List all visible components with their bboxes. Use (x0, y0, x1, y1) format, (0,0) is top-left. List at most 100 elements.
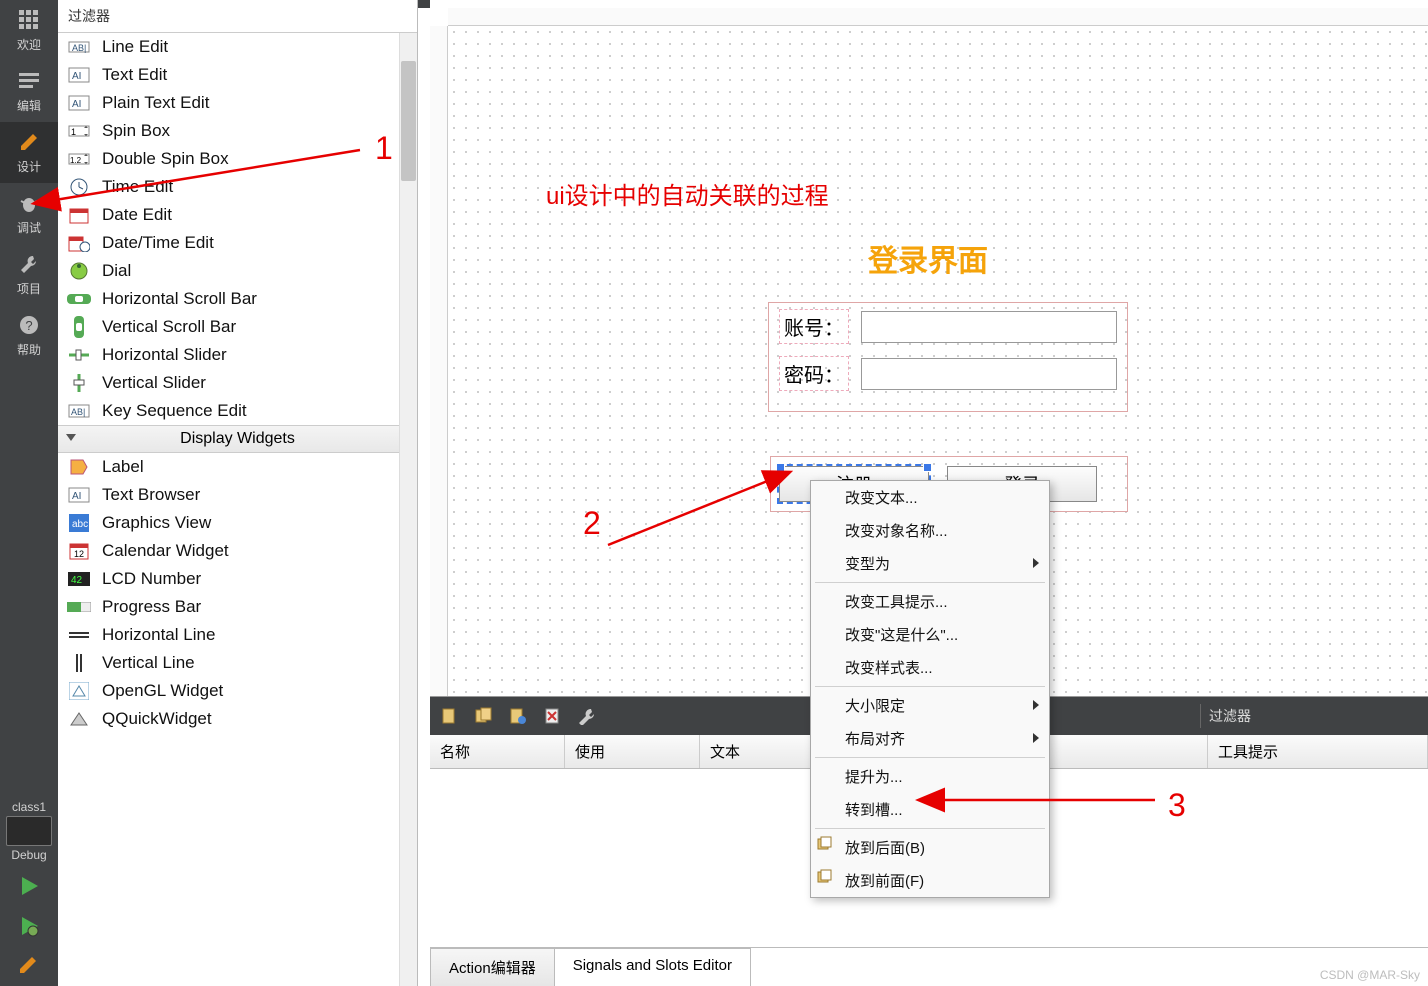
widget-item[interactable]: 1Spin Box (58, 117, 417, 145)
widget-icon: AI (66, 65, 92, 85)
tab-signals-slots[interactable]: Signals and Slots Editor (554, 948, 751, 986)
widget-item[interactable]: Horizontal Slider (58, 341, 417, 369)
widget-item[interactable]: Vertical Scroll Bar (58, 313, 417, 341)
col-name[interactable]: 名称 (430, 735, 565, 768)
widget-icon: AB| (66, 37, 92, 57)
menu-item-label: 放到前面(F) (845, 873, 924, 890)
widget-item[interactable]: 42LCD Number (58, 565, 417, 593)
run-button[interactable] (11, 872, 47, 900)
widget-icon (66, 345, 92, 365)
menu-item-label: 大小限定 (845, 698, 905, 715)
menu-separator (815, 757, 1045, 758)
menu-item-label: 布局对齐 (845, 731, 905, 748)
tab-action-editor[interactable]: Action编辑器 (430, 948, 555, 986)
watermark: CSDN @MAR-Sky (1320, 968, 1420, 982)
widget-item[interactable]: Date Edit (58, 201, 417, 229)
annotation-text: ui设计中的自动关联的过程 (546, 176, 829, 211)
menu-item[interactable]: 转到槽... (811, 793, 1049, 826)
widget-icon (66, 625, 92, 645)
widget-label: Vertical Scroll Bar (102, 317, 236, 337)
account-input[interactable] (861, 311, 1117, 343)
widget-item[interactable]: AI Text Browser (58, 481, 417, 509)
widgetbox-filter[interactable]: 过滤器 (58, 0, 417, 33)
menu-item[interactable]: 改变"这是什么"... (811, 618, 1049, 651)
widget-label: Date/Time Edit (102, 233, 214, 253)
menu-item-label: 放到后面(B) (845, 840, 925, 857)
run-debug-button[interactable] (11, 912, 47, 940)
menu-item[interactable]: 改变样式表... (811, 651, 1049, 684)
bottom-tabs: Action编辑器 Signals and Slots Editor (430, 947, 1428, 986)
widget-item[interactable]: Vertical Slider (58, 369, 417, 397)
menu-item[interactable]: 改变文本... (811, 481, 1049, 514)
widget-group-header[interactable]: Display Widgets (58, 425, 417, 453)
widget-item[interactable]: AB|Line Edit (58, 33, 417, 61)
copy-action-button[interactable] (472, 704, 496, 728)
menu-item-label: 改变对象名称... (845, 523, 948, 540)
widget-item[interactable]: Vertical Line (58, 649, 417, 677)
account-label[interactable]: 账号： (779, 309, 849, 344)
mode-welcome[interactable]: 欢迎 (0, 0, 58, 61)
col-tooltip[interactable]: 工具提示 (1208, 735, 1428, 768)
col-used[interactable]: 使用 (565, 735, 700, 768)
wrench-icon (15, 250, 43, 278)
new-action-button[interactable] (438, 704, 462, 728)
widget-icon (66, 233, 92, 253)
widget-label: Vertical Line (102, 653, 195, 673)
front-icon (817, 869, 835, 887)
build-config: Debug (2, 848, 56, 862)
widget-item[interactable]: AB|Key Sequence Edit (58, 397, 417, 425)
widget-item[interactable]: Dial (58, 257, 417, 285)
mode-edit[interactable]: 编辑 (0, 61, 58, 122)
widget-label: Date Edit (102, 205, 172, 225)
widget-item[interactable]: Horizontal Scroll Bar (58, 285, 417, 313)
delete-action-button[interactable] (540, 704, 564, 728)
menu-item[interactable]: 布局对齐 (811, 722, 1049, 755)
menu-item[interactable]: 变型为 (811, 547, 1049, 580)
menu-item[interactable]: 大小限定 (811, 689, 1049, 722)
settings-action-button[interactable] (574, 704, 598, 728)
widget-icon (66, 261, 92, 281)
context-menu: 改变文本... 改变对象名称... 变型为改变工具提示... 改变"这是什么"... 改… (810, 480, 1050, 898)
widget-item[interactable]: AIText Edit (58, 61, 417, 89)
svg-text:AI: AI (72, 491, 81, 502)
widget-box-panel: 过滤器 AB|Line EditAIText EditAIPlain Text … (58, 0, 418, 986)
mode-design[interactable]: 设计 (0, 122, 58, 183)
widget-item[interactable]: Progress Bar (58, 593, 417, 621)
menu-item[interactable]: 放到前面(F) (811, 864, 1049, 897)
paste-action-button[interactable] (506, 704, 530, 728)
widget-item[interactable]: Label (58, 453, 417, 481)
title-label[interactable]: 登录界面 (868, 236, 988, 280)
menu-item[interactable]: 提升为... (811, 760, 1049, 793)
widget-item[interactable]: Horizontal Line (58, 621, 417, 649)
widget-icon (66, 681, 92, 701)
login-form-group[interactable]: 账号： 密码： (768, 302, 1128, 412)
widget-item[interactable]: Date/Time Edit (58, 229, 417, 257)
widget-icon (66, 653, 92, 673)
widget-item[interactable]: 1.2Double Spin Box (58, 145, 417, 173)
widget-item[interactable]: 12Calendar Widget (58, 537, 417, 565)
menu-item[interactable]: 改变工具提示... (811, 585, 1049, 618)
menu-item[interactable]: 改变对象名称... (811, 514, 1049, 547)
widget-item[interactable]: AIPlain Text Edit (58, 89, 417, 117)
svg-text:1.2: 1.2 (70, 156, 82, 165)
widget-item[interactable]: Time Edit (58, 173, 417, 201)
back-icon (817, 836, 835, 854)
widgetbox-scrollbar[interactable] (399, 33, 417, 986)
widget-item[interactable]: abcGraphics View (58, 509, 417, 537)
widget-icon (66, 373, 92, 393)
mode-debug[interactable]: 调试 (0, 183, 58, 244)
widget-label: Text Browser (102, 485, 200, 505)
build-button[interactable] (11, 952, 47, 980)
widget-label: OpenGL Widget (102, 681, 223, 701)
mode-help[interactable]: ? 帮助 (0, 305, 58, 366)
menu-item[interactable]: 放到后面(B) (811, 831, 1049, 864)
menu-item-label: 改变"这是什么"... (845, 627, 958, 644)
widget-item[interactable]: OpenGL Widget (58, 677, 417, 705)
password-input[interactable] (861, 358, 1117, 390)
mode-project[interactable]: 项目 (0, 244, 58, 305)
lines-icon (15, 67, 43, 95)
password-label[interactable]: 密码： (779, 356, 849, 391)
project-selector[interactable]: class1 Debug (0, 796, 58, 866)
widget-item[interactable]: QQuickWidget (58, 705, 417, 733)
action-filter-input[interactable]: 过滤器 (1200, 704, 1420, 728)
